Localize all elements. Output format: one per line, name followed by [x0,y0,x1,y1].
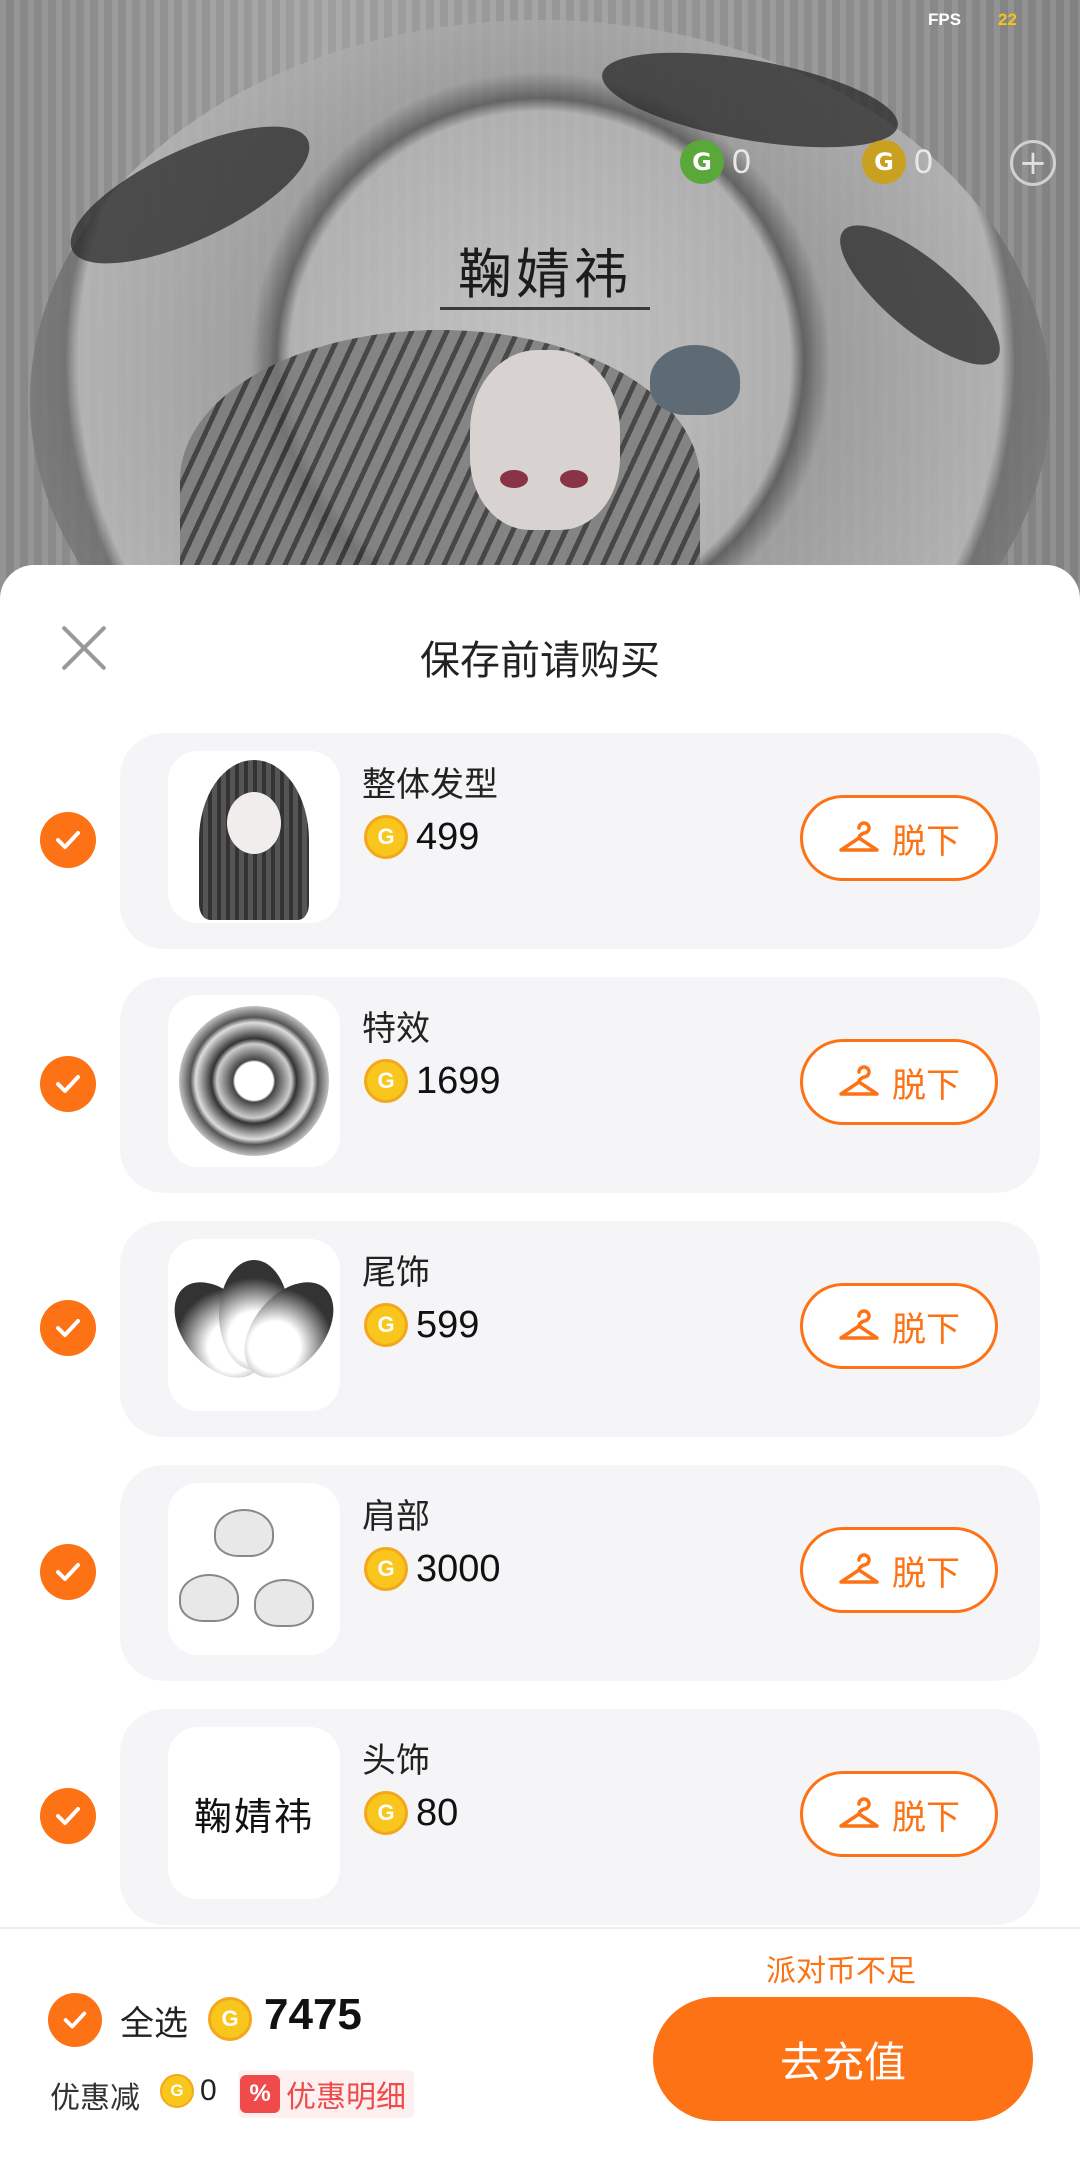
list-item: 特效 G 1699 脱下 [120,977,1040,1193]
remove-button[interactable]: 脱下 [800,1771,998,1857]
remove-button[interactable]: 脱下 [800,1039,998,1125]
percent-icon: % [240,2075,280,2113]
list-item: 尾饰 G 599 脱下 [120,1221,1040,1437]
check-icon [56,1075,80,1093]
avatar-eye [500,470,528,488]
coin-icon: G [364,815,408,859]
check-icon [56,1563,80,1581]
discount-coin: G [160,2074,194,2108]
item-checkbox[interactable] [40,1544,96,1600]
gold-coin-icon: G [862,140,906,184]
recharge-button[interactable]: 去充值 [653,1997,1033,2121]
list-item: 肩部 G 3000 脱下 [120,1465,1040,1681]
list-item: 整体发型 G 499 脱下 [120,733,1040,949]
remove-button[interactable]: 脱下 [800,1283,998,1369]
coin-icon: G [364,1303,408,1347]
coin-icon: G [364,1547,408,1591]
effect-thumbnail [168,995,340,1167]
shark-accessory [650,345,740,415]
hanger-icon [839,1797,879,1828]
add-coin-button[interactable]: + [1010,140,1056,186]
avatar-preview-scene: 鞠婧祎 [0,0,1080,600]
coin-icon: G [364,1059,408,1103]
shoulder-thumbnail [168,1483,340,1655]
item-name: 头饰 [362,1741,430,1781]
sheet-title: 保存前请购买 [420,638,660,684]
green-coin-balance: G 0 [680,140,751,184]
hanger-icon [839,1309,879,1340]
list-item: 鞠婧祎 头饰 G 80 脱下 [120,1709,1040,1925]
hairstyle-thumbnail [168,751,340,923]
avatar-eye [560,470,588,488]
item-checkbox[interactable] [40,1788,96,1844]
discount-details-link[interactable]: % 优惠明细 [238,2070,414,2118]
item-checkbox[interactable] [40,812,96,868]
gold-coin-value: 0 [914,142,933,181]
check-icon [63,2011,87,2029]
item-name: 整体发型 [362,765,498,805]
check-icon [56,1319,80,1337]
headwear-thumb-text: 鞠婧祎 [193,1794,314,1839]
select-all-checkbox[interactable] [48,1993,102,2047]
insufficient-balance-text: 派对币不足 [766,1954,916,1989]
item-price: G 80 [364,1791,458,1835]
item-name: 尾饰 [362,1253,430,1293]
item-name: 肩部 [362,1497,430,1537]
item-price: G 1699 [364,1059,501,1103]
discount-value: 0 [200,2074,217,2107]
remove-button[interactable]: 脱下 [800,1527,998,1613]
coin-icon: G [364,1791,408,1835]
item-name: 特效 [362,1009,430,1049]
fps-value: 22 [998,10,1017,29]
coin-icon: G [160,2074,194,2108]
tail-thumbnail [168,1239,340,1411]
total-coin: G [208,1997,252,2041]
item-checkbox[interactable] [40,1056,96,1112]
green-coin-icon: G [680,140,724,184]
discount-label: 优惠减 [50,2081,140,2116]
headwear-thumbnail: 鞠婧祎 [168,1727,340,1899]
fps-label: FPS [928,10,962,29]
select-all-label[interactable]: 全选 [120,1996,188,2045]
total-price: 7475 [264,1990,362,2039]
coin-icon: G [208,1997,252,2041]
remove-button[interactable]: 脱下 [800,795,998,881]
avatar-face [470,350,620,530]
hanger-icon [839,1065,879,1096]
item-checkbox[interactable] [40,1300,96,1356]
item-price: G 3000 [364,1547,501,1591]
name-banner: 鞠婧祎 [440,232,650,310]
hanger-icon [839,821,879,852]
discount-details-label: 优惠明细 [286,2080,406,2115]
gold-coin-balance: G 0 [862,140,933,184]
item-price: G 499 [364,815,479,859]
hanger-icon [839,1553,879,1584]
check-icon [56,831,80,849]
check-icon [56,1807,80,1825]
green-coin-value: 0 [732,142,751,181]
item-price: G 599 [364,1303,479,1347]
